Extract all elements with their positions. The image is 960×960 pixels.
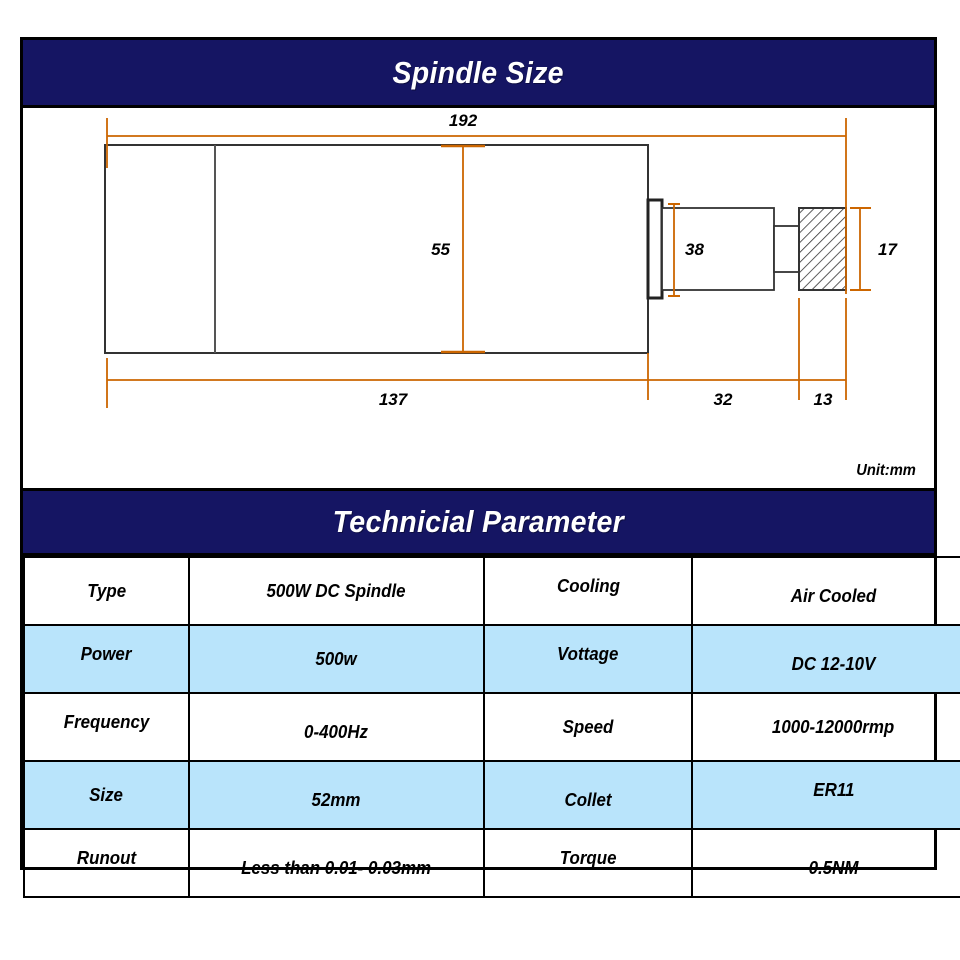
spec-label-size-text: Size [89,784,124,805]
specification-table: Type 500W DC Spindle Cooling Air Cooled … [23,556,960,898]
spec-value-runout: Less than 0.01- 0.03mm [188,828,485,898]
spec-value-type: 500W DC Spindle [188,556,485,626]
spec-label-cooling: Cooling [483,556,693,626]
specification-table-body: Type 500W DC Spindle Cooling Air Cooled … [23,556,960,898]
spec-value-frequency-text: 0-400Hz [304,721,369,742]
spec-value-frequency: 0-400Hz [188,692,485,762]
table-row: Power 500w Vottage DC 12-10V [23,624,960,694]
collet-nut [798,207,847,291]
shaft-neck [773,225,800,273]
spec-value-cooling-text: Air Cooled [790,585,877,606]
spec-value-torque: 0.5NM [691,828,960,898]
spec-sheet-page: Spindle Size 192 55 38 17 137 32 13 Unit… [0,0,960,960]
spec-value-speed-text: 1000-12000rmp [772,716,895,737]
front-flange [646,198,664,300]
spindle-dimension-drawing: 192 55 38 17 137 32 13 Unit:mm [23,108,934,488]
spec-label-voltage: Vottage [483,624,693,694]
spec-value-size: 52mm [188,760,485,830]
table-row: Type 500W DC Spindle Cooling Air Cooled [23,556,960,626]
spec-value-power: 500w [188,624,485,694]
table-row: Runout Less than 0.01- 0.03mm Torque 0.5… [23,828,960,898]
spec-value-type-text: 500W DC Spindle [266,580,407,601]
shaft-assembly [646,198,847,300]
drawing-svg: 192 55 38 17 137 32 13 [104,111,898,409]
spec-label-voltage-text: Vottage [557,643,619,664]
spec-label-speed-text: Speed [562,716,614,737]
spec-value-voltage: DC 12-10V [691,624,960,694]
spec-label-size: Size [23,760,190,830]
spec-label-power-text: Power [81,643,132,664]
spec-value-speed: 1000-12000rmp [691,692,960,762]
content-frame: Spindle Size 192 55 38 17 137 32 13 Unit… [20,37,960,898]
spec-label-torque: Torque [483,828,693,898]
dimension-label-38: 38 [685,240,704,259]
banner-spindle-size: Spindle Size [23,40,934,108]
table-row: Size 52mm Collet ER11 [23,760,960,830]
dimension-body-length: 137 [106,353,649,409]
spec-label-runout-text: Runout [76,847,137,868]
motor-housing [104,144,649,354]
spec-value-cooling: Air Cooled [691,556,960,626]
spec-label-frequency-text: Frequency [63,711,150,732]
table-row: Frequency 0-400Hz Speed 1000-12000rmp [23,692,960,762]
banner-technical-parameter: Technicial Parameter [23,488,934,556]
spec-label-runout: Runout [23,828,190,898]
spec-value-collet: ER11 [691,760,960,830]
dimension-label-55: 55 [431,240,450,259]
dimension-collet-nut: 17 [850,207,898,291]
spec-value-size-text: 52mm [312,789,361,810]
dimension-label-137: 137 [379,390,409,409]
spec-value-torque-text: 0.5NM [808,857,859,878]
dimension-nose-and-nut: 32 13 [648,298,847,409]
dimension-label-192: 192 [449,111,478,130]
spec-label-torque-text: Torque [559,847,617,868]
spec-value-collet-text: ER11 [812,779,855,800]
spec-label-collet-text: Collet [564,789,612,810]
dimension-label-17: 17 [878,240,898,259]
banner-spindle-size-title: Spindle Size [392,54,565,90]
spec-label-type-text: Type [87,580,126,601]
spec-label-type: Type [23,556,190,626]
spec-label-power: Power [23,624,190,694]
spec-value-voltage-text: DC 12-10V [791,653,876,674]
dimension-label-32: 32 [714,390,733,409]
banner-technical-parameter-title: Technicial Parameter [332,504,625,539]
unit-label: Unit:mm [856,462,916,479]
spec-value-runout-text: Less than 0.01- 0.03mm [241,857,432,878]
spec-label-speed: Speed [483,692,693,762]
spec-label-collet: Collet [483,760,693,830]
nose-cylinder [661,207,775,291]
dimension-label-13: 13 [814,390,833,409]
spec-label-frequency: Frequency [23,692,190,762]
spec-label-cooling-text: Cooling [556,575,620,596]
motor-body-outline [104,144,649,354]
spec-value-power-text: 500w [315,648,358,669]
